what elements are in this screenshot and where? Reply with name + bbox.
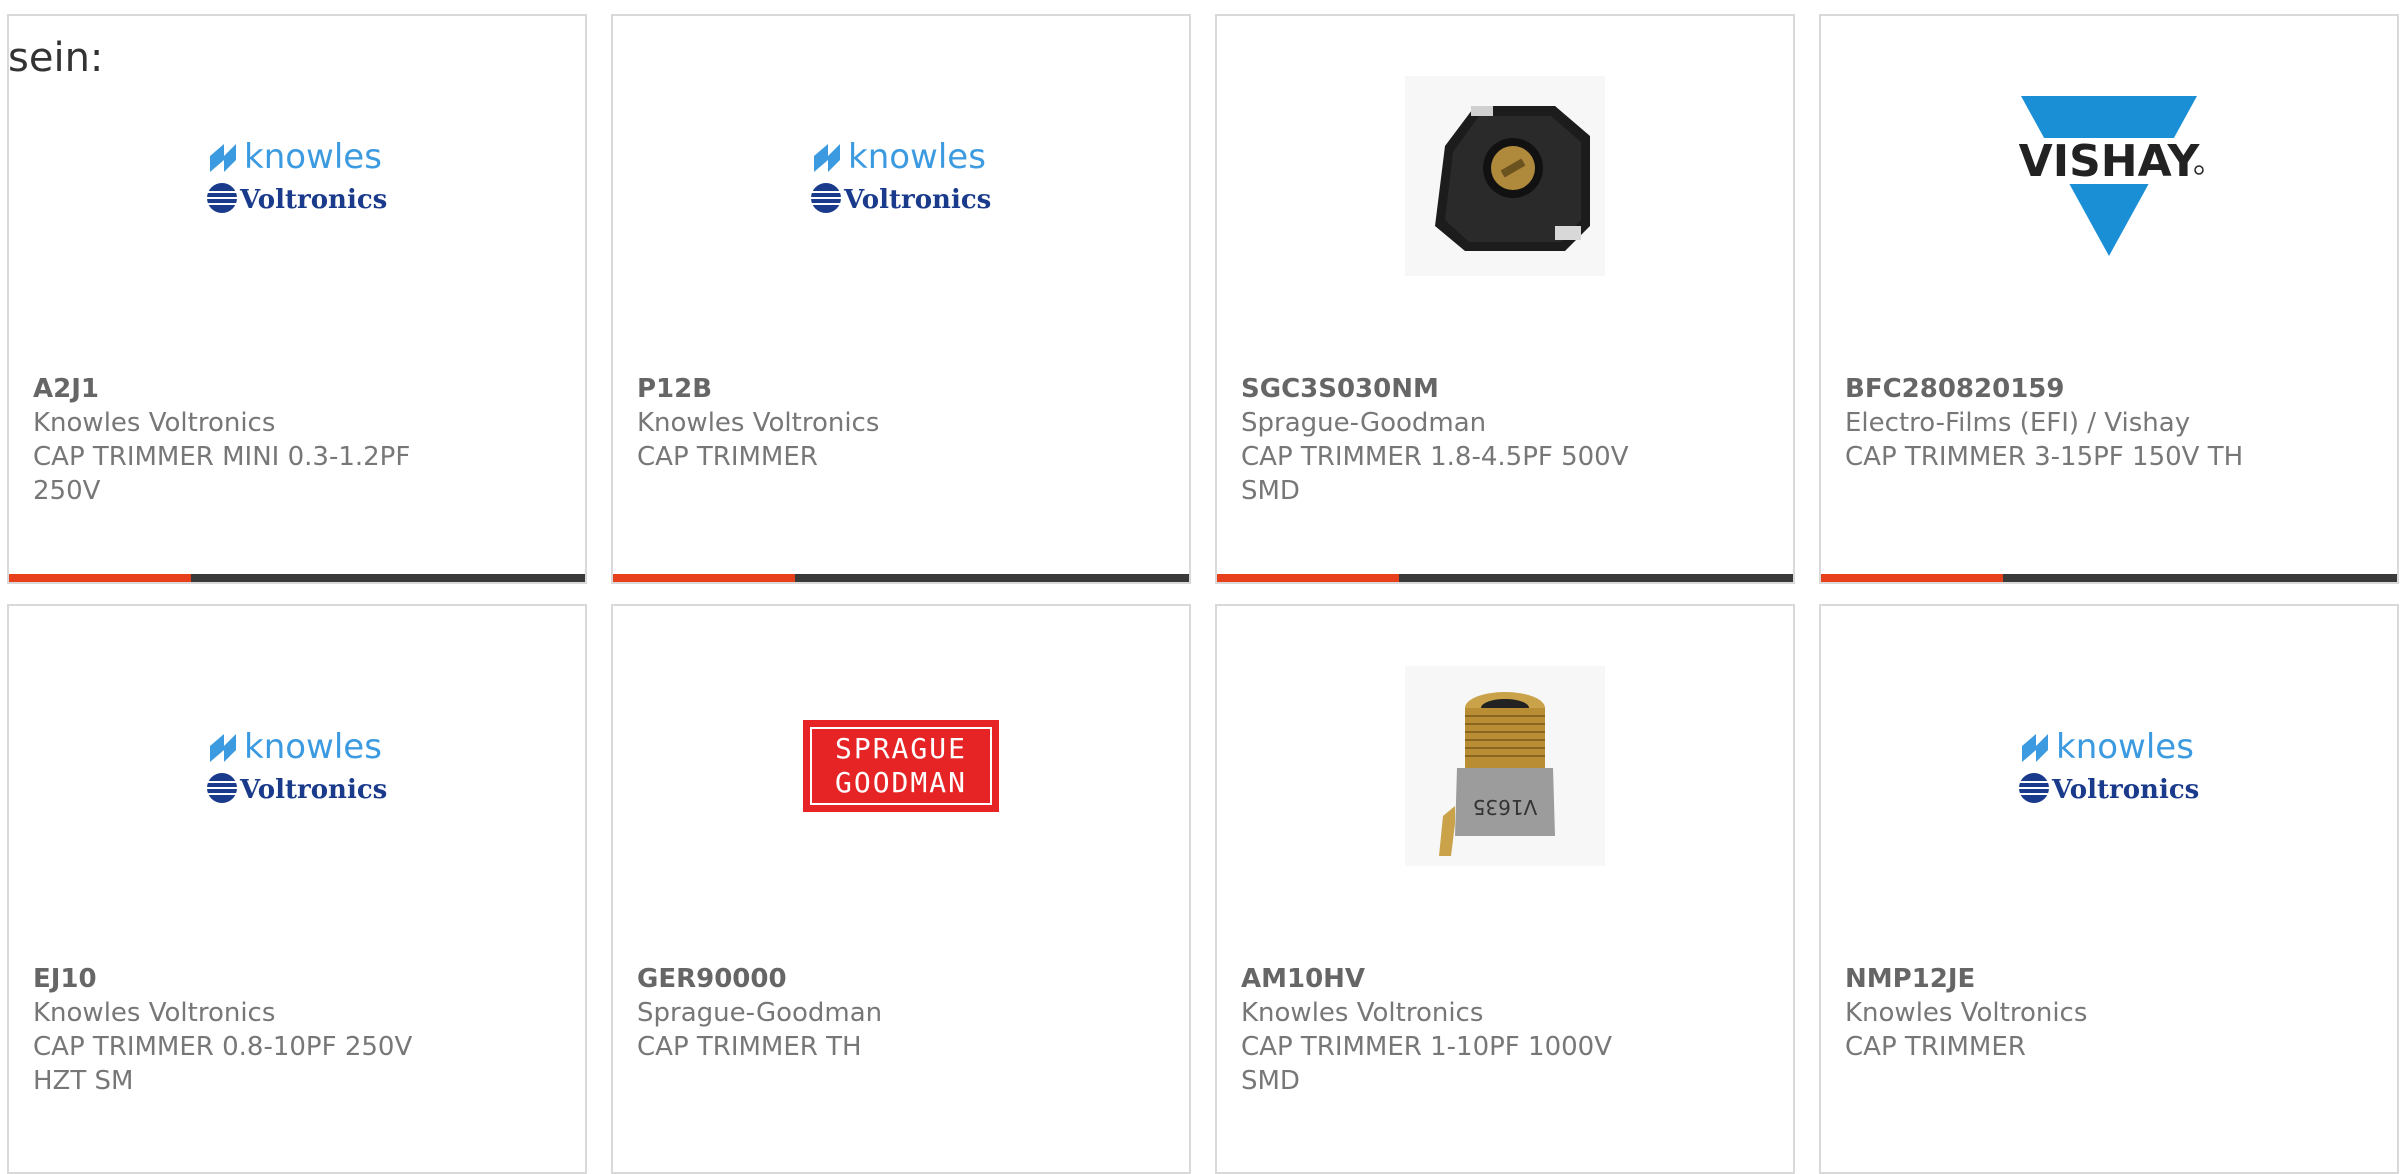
product-card[interactable]: SGC3S030NM Sprague-Goodman CAP TRIMMER 1… [1215, 14, 1795, 584]
card-accent-bar [1821, 574, 2003, 582]
product-image [1217, 66, 1793, 286]
card-bottom-bar [613, 574, 1189, 582]
manufacturer: Knowles Voltronics [1241, 998, 1484, 1028]
product-card[interactable]: knowles Voltronics A2J1 Knowles Voltroni… [7, 14, 587, 584]
product-card[interactable]: SPRAGUE GOODMAN GER90000 Sprague-Goodman… [611, 604, 1191, 1174]
part-number[interactable]: P12B [637, 372, 1149, 406]
product-image: knowles Voltronics [613, 66, 1189, 286]
card-bottom-bar [9, 574, 585, 582]
description: CAP TRIMMER [637, 442, 818, 472]
description: CAP TRIMMER 3-15PF 150V TH [1845, 442, 2244, 472]
product-image: V1635 [1217, 656, 1793, 876]
description: CAP TRIMMER [1845, 1032, 2026, 1062]
svg-text:Voltronics: Voltronics [843, 185, 991, 215]
description: CAP TRIMMER TH [637, 1032, 862, 1062]
card-bottom-bar [1217, 574, 1793, 582]
svg-text:VISHAY: VISHAY [2019, 136, 2201, 187]
svg-text:V1635: V1635 [1473, 795, 1538, 819]
description: CAP TRIMMER 1.8-4.5PF 500V SMD [1241, 442, 1629, 506]
part-number[interactable]: GER90000 [637, 962, 1149, 996]
product-image: SPRAGUE GOODMAN [613, 656, 1189, 876]
card-accent-bar [9, 574, 191, 582]
manufacturer: Sprague-Goodman [1241, 408, 1487, 438]
manufacturer: Knowles Voltronics [33, 408, 276, 438]
manufacturer: Sprague-Goodman [637, 998, 883, 1028]
svg-text:knowles: knowles [848, 137, 986, 177]
svg-text:knowles: knowles [244, 727, 382, 767]
product-card[interactable]: knowles Voltronics P12B Knowles Voltroni… [611, 14, 1191, 584]
product-grid: knowles Voltronics A2J1 Knowles Voltroni… [0, 0, 2400, 1174]
part-number[interactable]: SGC3S030NM [1241, 372, 1753, 406]
intro-text: sein: [8, 35, 104, 81]
svg-text:knowles: knowles [2056, 727, 2194, 767]
part-number[interactable]: EJ10 [33, 962, 545, 996]
product-card[interactable]: knowles Voltronics EJ10 Knowles Voltroni… [7, 604, 587, 1174]
smd-trimmer-photo [1405, 76, 1605, 276]
card-accent-bar [1217, 574, 1399, 582]
manufacturer: Electro-Films (EFI) / Vishay [1845, 408, 2191, 438]
part-number[interactable]: NMP12JE [1845, 962, 2357, 996]
sprague-goodman-logo: SPRAGUE GOODMAN [803, 720, 999, 812]
product-image: knowles Voltronics [9, 66, 585, 286]
card-bottom-bar [1821, 574, 2397, 582]
knowles-voltronics-logo: knowles Voltronics [811, 137, 991, 215]
part-number[interactable]: AM10HV [1241, 962, 1753, 996]
product-card[interactable]: V1635 AM10HV Knowles Voltronics CAP TRIM… [1215, 604, 1795, 1174]
product-card[interactable]: knowles Voltronics NMP12JE Knowles Voltr… [1819, 604, 2399, 1174]
card-accent-bar [613, 574, 795, 582]
manufacturer: Knowles Voltronics [33, 998, 276, 1028]
description: CAP TRIMMER MINI 0.3-1.2PF 250V [33, 442, 411, 506]
svg-text:Voltronics: Voltronics [239, 775, 387, 805]
svg-text:Voltronics: Voltronics [2051, 775, 2199, 805]
product-card[interactable]: VISHAY BFC280820159 Electro-Films (EFI) … [1819, 14, 2399, 584]
knowles-voltronics-logo: knowles Voltronics [207, 137, 387, 215]
product-image: VISHAY [1821, 66, 2397, 286]
manufacturer: Knowles Voltronics [637, 408, 880, 438]
description: CAP TRIMMER 1-10PF 1000V SMD [1241, 1032, 1612, 1096]
vishay-logo: VISHAY [2009, 96, 2209, 256]
piston-trimmer-photo: V1635 [1405, 666, 1605, 866]
product-image: knowles Voltronics [1821, 656, 2397, 876]
svg-text:Voltronics: Voltronics [239, 185, 387, 215]
knowles-voltronics-logo: knowles Voltronics [2019, 727, 2199, 805]
svg-text:knowles: knowles [244, 137, 382, 177]
product-image: knowles Voltronics [9, 656, 585, 876]
part-number[interactable]: BFC280820159 [1845, 372, 2357, 406]
knowles-voltronics-logo: knowles Voltronics [207, 727, 387, 805]
manufacturer: Knowles Voltronics [1845, 998, 2088, 1028]
description: CAP TRIMMER 0.8-10PF 250V HZT SM [33, 1032, 413, 1096]
part-number[interactable]: A2J1 [33, 372, 545, 406]
